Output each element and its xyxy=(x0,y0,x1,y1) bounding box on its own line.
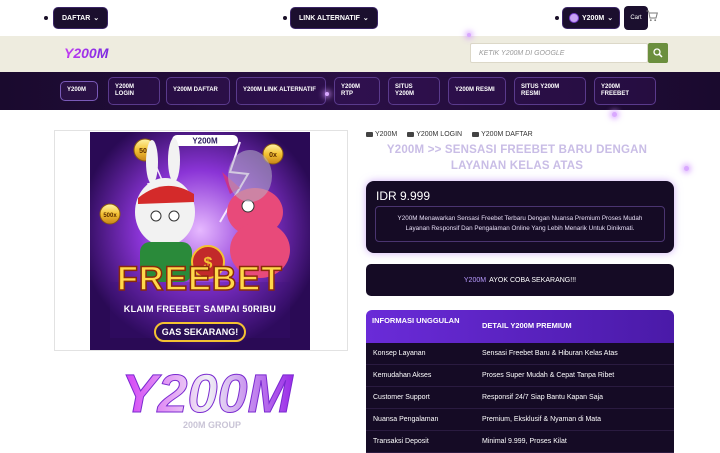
nav-item-resmi[interactable]: Y200M RESMI xyxy=(448,77,506,105)
breadcrumb-label: Y200M xyxy=(375,131,398,138)
link-alternatif-label: LINK ALTERNATIF xyxy=(299,14,360,22)
sparkle-decoration xyxy=(325,92,329,96)
table-row: Konsep Layanan Sensasi Freebet Baru & Hi… xyxy=(366,343,674,365)
flag-icon xyxy=(407,132,415,137)
banner-artwork: Y200M 50x 0x 500x $ . xyxy=(90,132,310,350)
table-header: INFORMASI UNGGULAN DETAIL Y200M PREMIUM xyxy=(366,310,674,343)
nav-item-freebet[interactable]: Y200M FREEBET xyxy=(594,77,656,105)
nav-item-login[interactable]: Y200M LOGIN xyxy=(108,77,160,105)
sparkle-decoration xyxy=(467,33,471,37)
link-alternatif-dropdown-button[interactable]: LINK ALTERNATIF ⌄ xyxy=(290,7,378,29)
breadcrumb-label: Y200M DAFTAR xyxy=(481,131,533,138)
multiplier-right: 0x xyxy=(269,152,277,159)
table-row: Customer Support Responsif 24/7 Siap Ban… xyxy=(366,387,674,409)
decor-dot-left xyxy=(44,16,48,20)
breadcrumb-item[interactable]: Y200M LOGIN xyxy=(407,131,462,138)
search-input[interactable]: KETIK Y200M DI GOOGLE xyxy=(470,43,648,63)
chevron-down-icon: ⌄ xyxy=(607,15,614,22)
nav-item-label: Y200M xyxy=(67,87,87,94)
nav-item-label: SITUS Y200M xyxy=(395,83,415,97)
search-placeholder: KETIK Y200M DI GOOGLE xyxy=(479,49,565,57)
price-value: IDR 9.999 xyxy=(376,189,431,203)
info-table: INFORMASI UNGGULAN DETAIL Y200M PREMIUM … xyxy=(366,310,674,453)
table-row: Kemudahan Akses Proses Super Mudah & Cep… xyxy=(366,365,674,387)
table-cell-label: Customer Support xyxy=(373,394,430,401)
decor-dot-right xyxy=(555,16,559,20)
nav-item-label: Y200M RTP xyxy=(341,83,361,97)
table-cell-label: Transaksi Deposit xyxy=(373,438,429,445)
banner-cta-label: GAS SEKARANG! xyxy=(161,327,239,337)
daftar-dropdown-button[interactable]: DAFTAR ⌄ xyxy=(53,7,109,29)
flag-icon xyxy=(472,132,480,137)
table-cell-label: Kemudahan Akses xyxy=(373,372,432,379)
table-cell-value: Proses Super Mudah & Cepat Tanpa Ribet xyxy=(482,372,615,379)
table-cell-label: Nuansa Pengalaman xyxy=(373,416,439,423)
table-cell-value: Minimal 9.999, Proses Kilat xyxy=(482,438,567,445)
big-logo-text: Y200M xyxy=(121,364,293,424)
freebet-banner-image[interactable]: Y200M 50x 0x 500x $ . FREEBET KLAIM FREE… xyxy=(90,132,310,350)
cart-icon[interactable] xyxy=(646,10,658,22)
y200m-group-logo: Y200M 200M GROUP xyxy=(121,364,294,431)
nav-item-situs[interactable]: SITUS Y200M xyxy=(388,77,440,105)
banner-cta-button[interactable]: GAS SEKARANG! xyxy=(154,322,246,342)
cart-label: Cart xyxy=(630,15,642,21)
breadcrumb-item[interactable]: Y200M xyxy=(366,131,397,138)
table-cell-value: Responsif 24/7 Siap Bantu Kapan Saja xyxy=(482,394,604,401)
nav-item-daftar[interactable]: Y200M DAFTAR xyxy=(166,77,230,105)
table-cell-value: Sensasi Freebet Baru & Hiburan Kelas Ata… xyxy=(482,350,618,357)
banner-search-text: Y200M xyxy=(192,137,218,146)
search-icon xyxy=(653,48,663,58)
table-row: Nuansa Pengalaman Premium, Eksklusif & N… xyxy=(366,409,674,431)
nav-item-label: Y200M DAFTAR xyxy=(173,87,218,94)
product-description: Y200M Menawarkan Sensasi Freebet Terbaru… xyxy=(375,206,665,242)
chevron-down-icon: ⌄ xyxy=(362,15,369,22)
nav-item-label: Y200M LOGIN xyxy=(115,83,135,97)
nav-item-situs-resmi[interactable]: SITUS Y200M RESMI xyxy=(514,77,586,105)
table-cell-value: Premium, Eksklusif & Nyaman di Mata xyxy=(482,416,602,423)
account-dropdown-button[interactable]: Y200M ⌄ xyxy=(562,7,621,29)
nav-item-label: Y200M FREEBET xyxy=(601,83,630,97)
nav-item-home[interactable]: Y200M xyxy=(60,81,98,101)
big-logo-tagline: 200M GROUP xyxy=(183,420,241,430)
cta-text: AYOK COBA SEKARANG!!! xyxy=(489,276,577,284)
nav-item-label: Y200M RESMI xyxy=(455,87,495,94)
breadcrumb-item[interactable]: Y200M DAFTAR xyxy=(472,131,533,138)
nav-item-label: SITUS Y200M RESMI xyxy=(521,83,560,97)
account-label: Y200M xyxy=(582,14,605,22)
search-button[interactable] xyxy=(648,43,668,63)
site-logo-text: Y200M xyxy=(64,45,109,61)
cart-button[interactable]: Cart xyxy=(624,6,648,30)
decor-dot-mid xyxy=(283,16,287,20)
table-cell-label: Konsep Layanan xyxy=(373,350,426,357)
nav-item-label: Y200M LINK ALTERNATIF xyxy=(243,87,316,94)
breadcrumb-label: Y200M LOGIN xyxy=(416,131,463,138)
sparkle-decoration xyxy=(684,166,689,171)
daftar-label: DAFTAR xyxy=(62,14,91,22)
chevron-down-icon: ⌄ xyxy=(93,15,100,22)
banner-title: FREEBET xyxy=(116,259,283,299)
table-header-left: INFORMASI UNGGULAN xyxy=(372,316,460,325)
page-title: Y200M >> SENSASI FREEBET BARU DENGAN LAY… xyxy=(386,144,648,172)
nav-item-link-alternatif[interactable]: Y200M LINK ALTERNATIF xyxy=(236,77,326,105)
breadcrumb: Y200M Y200M LOGIN Y200M DAFTAR xyxy=(366,131,533,138)
multiplier-small: 500x xyxy=(103,213,117,219)
truck-icon xyxy=(366,132,373,137)
coin-icon xyxy=(569,13,579,23)
table-header-right: DETAIL Y200M PREMIUM xyxy=(482,321,572,330)
nav-item-rtp[interactable]: Y200M RTP xyxy=(334,77,380,105)
banner-subtitle: KLAIM FREEBET SAMPAI 50RIBU xyxy=(123,304,277,314)
product-description-text: Y200M Menawarkan Sensasi Freebet Terbaru… xyxy=(397,214,643,232)
sparkle-decoration xyxy=(612,112,617,117)
cta-brand: Y200M xyxy=(463,276,487,284)
try-now-button[interactable]: Y200M AYOK COBA SEKARANG!!! xyxy=(366,264,674,296)
site-logo[interactable]: Y200M xyxy=(62,43,114,63)
